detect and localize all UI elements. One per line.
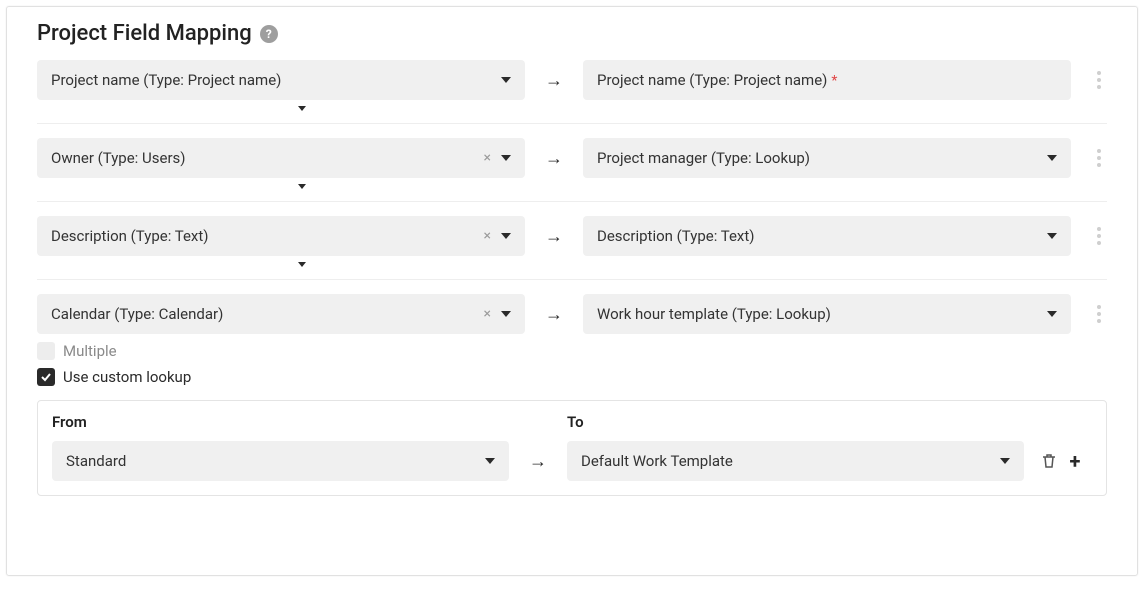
multiple-checkbox[interactable] bbox=[37, 342, 55, 360]
source-field-select[interactable]: Owner (Type: Users) × bbox=[37, 138, 525, 178]
custom-lookup-checkbox[interactable] bbox=[37, 368, 55, 386]
chevron-down-icon bbox=[485, 458, 495, 464]
expand-row bbox=[37, 100, 1107, 111]
target-field-label: Project manager (Type: Lookup) bbox=[597, 149, 1047, 167]
source-field-label: Project name (Type: Project name) bbox=[51, 71, 501, 89]
custom-lookup-label: Use custom lookup bbox=[63, 368, 191, 386]
mapping-block: Project name (Type: Project name) → Proj… bbox=[37, 56, 1107, 124]
target-field-select[interactable]: Project manager (Type: Lookup) bbox=[583, 138, 1071, 178]
target-field-label: Project name (Type: Project name)* bbox=[597, 71, 1057, 89]
from-header: From bbox=[52, 413, 509, 431]
lookup-from-select[interactable]: Standard bbox=[52, 441, 509, 481]
lookup-row: Standard → Default Work Template + bbox=[52, 441, 1092, 481]
mapping-row: Calendar (Type: Calendar) × → Work hour … bbox=[37, 294, 1107, 334]
chevron-down-icon bbox=[1047, 233, 1057, 239]
trash-icon[interactable] bbox=[1040, 452, 1058, 470]
arrow-right-icon: → bbox=[541, 70, 567, 91]
chevron-down-icon[interactable] bbox=[298, 262, 306, 267]
required-asterisk: * bbox=[831, 73, 837, 89]
field-mapping-panel: Project Field Mapping ? Project name (Ty… bbox=[6, 6, 1138, 576]
source-field-label: Owner (Type: Users) bbox=[51, 149, 484, 167]
custom-lookup-checkbox-row: Use custom lookup bbox=[37, 368, 1107, 386]
lookup-to-label: Default Work Template bbox=[581, 452, 1000, 470]
lookup-headers: From To bbox=[52, 413, 1092, 431]
arrow-right-icon: → bbox=[525, 451, 551, 472]
chevron-down-icon[interactable] bbox=[298, 106, 306, 111]
plus-icon[interactable]: + bbox=[1066, 452, 1084, 470]
mapping-block: Description (Type: Text) × → Description… bbox=[37, 212, 1107, 280]
source-field-label: Calendar (Type: Calendar) bbox=[51, 305, 484, 323]
mapping-block: Calendar (Type: Calendar) × → Work hour … bbox=[37, 290, 1107, 500]
source-field-select[interactable]: Project name (Type: Project name) bbox=[37, 60, 525, 100]
expand-row bbox=[37, 178, 1107, 189]
row-menu-button[interactable] bbox=[1091, 71, 1107, 89]
mapping-block: Owner (Type: Users) × → Project manager … bbox=[37, 134, 1107, 202]
multiple-checkbox-row: Multiple bbox=[37, 342, 1107, 360]
target-field-select[interactable]: Project name (Type: Project name)* bbox=[583, 60, 1071, 100]
target-field-select[interactable]: Description (Type: Text) bbox=[583, 216, 1071, 256]
chevron-down-icon bbox=[501, 233, 511, 239]
row-menu-button[interactable] bbox=[1091, 149, 1107, 167]
multiple-label: Multiple bbox=[63, 342, 117, 360]
lookup-to-select[interactable]: Default Work Template bbox=[567, 441, 1024, 481]
arrow-right-icon: → bbox=[541, 304, 567, 325]
lookup-from-label: Standard bbox=[66, 452, 485, 470]
source-field-select[interactable]: Description (Type: Text) × bbox=[37, 216, 525, 256]
chevron-down-icon bbox=[1047, 155, 1057, 161]
source-field-label: Description (Type: Text) bbox=[51, 227, 484, 245]
chevron-down-icon bbox=[501, 311, 511, 317]
clear-icon[interactable]: × bbox=[484, 229, 491, 243]
target-field-select[interactable]: Work hour template (Type: Lookup) bbox=[583, 294, 1071, 334]
chevron-down-icon bbox=[501, 155, 511, 161]
source-field-select[interactable]: Calendar (Type: Calendar) × bbox=[37, 294, 525, 334]
mapping-row: Description (Type: Text) × → Description… bbox=[37, 216, 1107, 256]
row-menu-button[interactable] bbox=[1091, 227, 1107, 245]
row-menu-button[interactable] bbox=[1091, 305, 1107, 323]
chevron-down-icon bbox=[501, 77, 511, 83]
chevron-down-icon bbox=[1000, 458, 1010, 464]
arrow-right-icon: → bbox=[541, 148, 567, 169]
to-header: To bbox=[567, 413, 1024, 431]
clear-icon[interactable]: × bbox=[484, 307, 491, 321]
mapping-row: Owner (Type: Users) × → Project manager … bbox=[37, 138, 1107, 178]
target-field-label: Description (Type: Text) bbox=[597, 227, 1047, 245]
arrow-right-icon: → bbox=[541, 226, 567, 247]
help-icon[interactable]: ? bbox=[260, 25, 278, 43]
chevron-down-icon[interactable] bbox=[298, 184, 306, 189]
expand-row bbox=[37, 256, 1107, 267]
chevron-down-icon bbox=[1047, 311, 1057, 317]
mapping-row: Project name (Type: Project name) → Proj… bbox=[37, 60, 1107, 100]
page-title: Project Field Mapping bbox=[37, 21, 252, 46]
custom-lookup-panel: From To Standard → Default Work Template bbox=[37, 400, 1107, 496]
clear-icon[interactable]: × bbox=[484, 151, 491, 165]
target-field-label: Work hour template (Type: Lookup) bbox=[597, 305, 1047, 323]
title-row: Project Field Mapping ? bbox=[37, 7, 1107, 56]
